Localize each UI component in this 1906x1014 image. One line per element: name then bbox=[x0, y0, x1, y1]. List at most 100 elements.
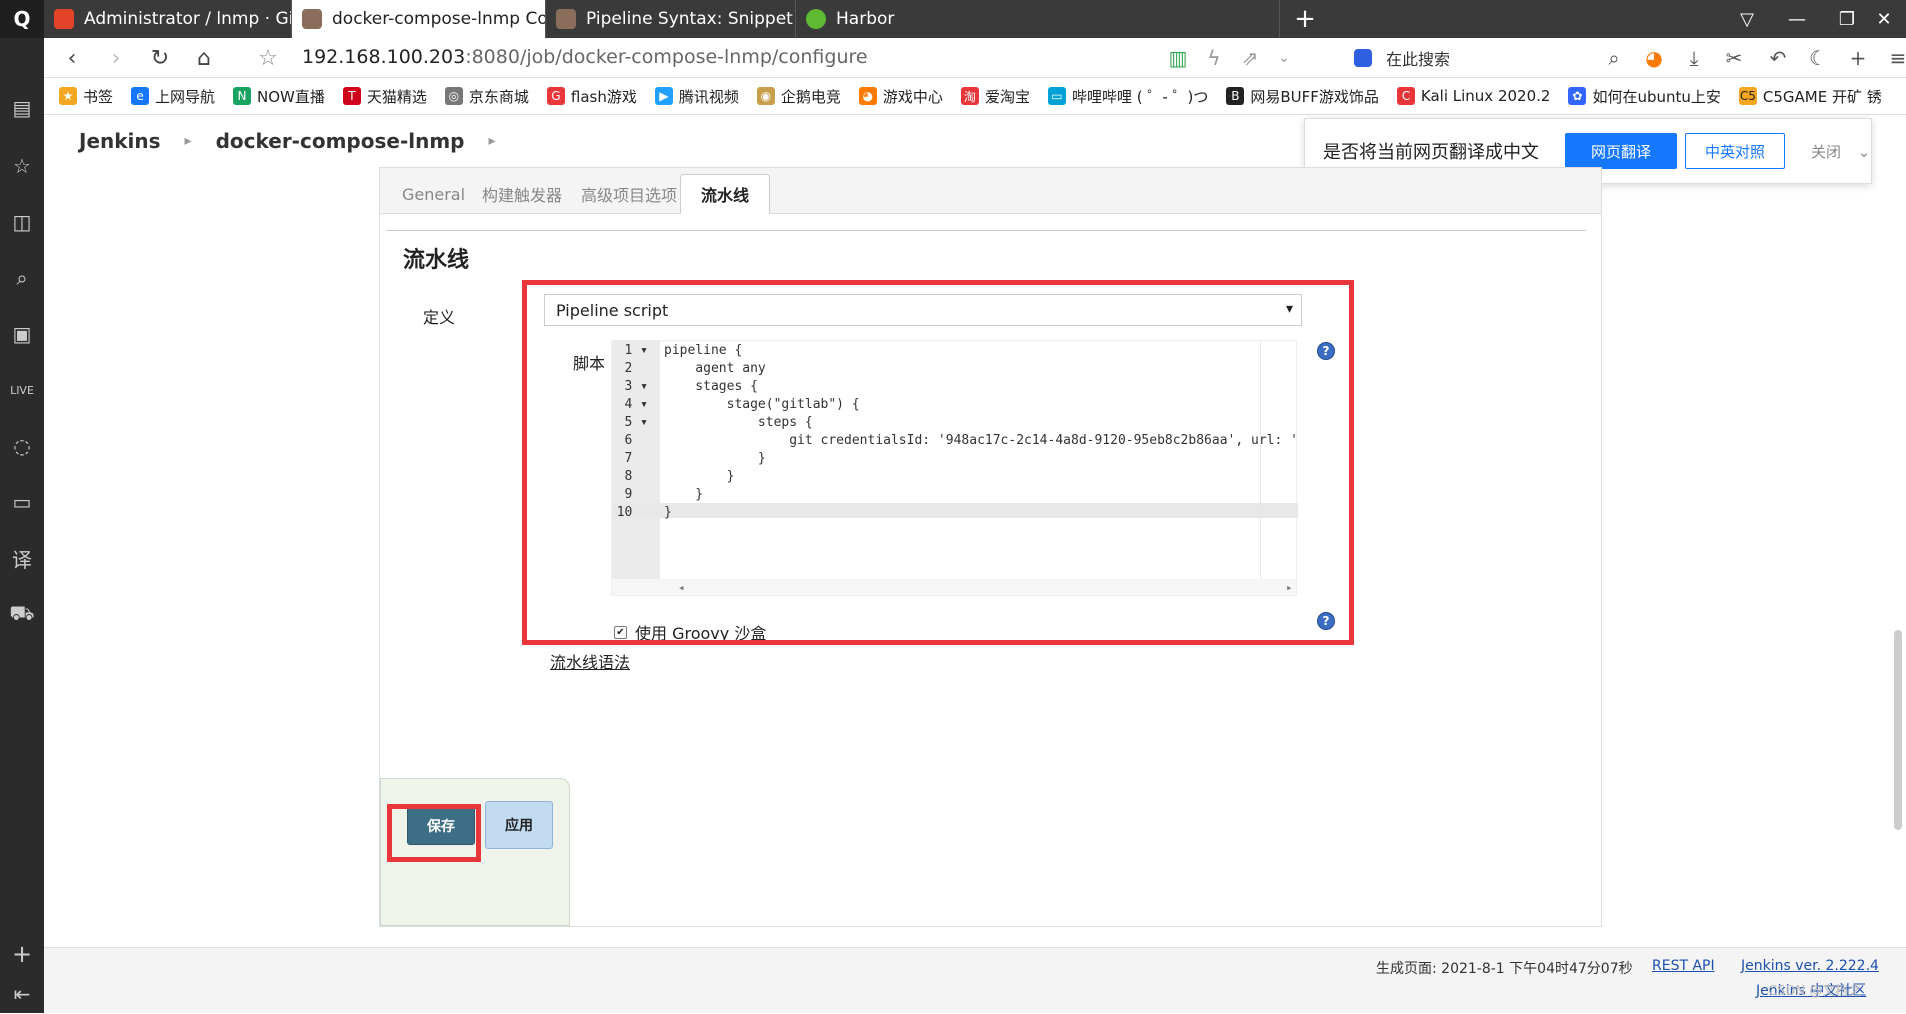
pipeline-syntax-link[interactable]: 流水线语法 bbox=[550, 649, 630, 673]
reader-icon[interactable]: ▥ bbox=[1160, 38, 1196, 78]
highlight-box bbox=[522, 280, 1354, 645]
bookmark-item[interactable]: N NOW直播 bbox=[233, 86, 325, 107]
minimize-icon[interactable]: — bbox=[1772, 0, 1822, 38]
bookmark-item[interactable]: B 网易BUFF游戏饰品 bbox=[1226, 86, 1379, 107]
breadcrumb-separator: ▸ bbox=[184, 133, 192, 149]
jenkins-version-link[interactable]: Jenkins ver. 2.222.4 bbox=[1741, 958, 1879, 974]
collapse-sidebar-icon[interactable]: ⇤ bbox=[0, 974, 44, 1014]
page-scrollbar[interactable] bbox=[1894, 630, 1902, 830]
download-icon[interactable]: ⤓ bbox=[1676, 38, 1712, 78]
bilibili-icon: ▭ bbox=[1047, 87, 1066, 105]
breadcrumb-job[interactable]: docker-compose-lnmp bbox=[216, 129, 465, 153]
bookmark-item[interactable]: Gflash游戏 bbox=[546, 86, 637, 107]
bookmark-star-icon[interactable]: ☆ bbox=[248, 38, 288, 78]
skin-icon[interactable]: ▽ bbox=[1722, 0, 1772, 38]
new-tab-button[interactable]: + bbox=[1280, 0, 1330, 38]
home-icon[interactable]: ⌂ bbox=[184, 38, 224, 78]
search-box[interactable]: 在此搜索 bbox=[1354, 44, 1624, 72]
chat-icon[interactable]: ◌ bbox=[0, 426, 44, 466]
address-bar[interactable]: 192.168.100.203:8080/job/docker-compose-… bbox=[302, 46, 868, 68]
bookmark-item[interactable]: ✿ 如何在ubuntu上安 bbox=[1568, 86, 1721, 107]
c5game-icon: C5 bbox=[1738, 87, 1757, 105]
harbor-icon bbox=[806, 9, 826, 29]
bookmark-item[interactable]: ◕ 游戏中心 bbox=[858, 86, 943, 107]
reload-icon[interactable]: ↻ bbox=[140, 38, 180, 78]
bag-icon[interactable]: ▭ bbox=[0, 482, 44, 522]
bookmark-item[interactable]: ★ 书签 bbox=[59, 86, 113, 107]
bookmark-item[interactable]: ◉ 企鹅电竞 bbox=[756, 86, 841, 107]
bilingual-button[interactable]: 中英对照 bbox=[1685, 133, 1785, 169]
extension-add-icon[interactable]: + bbox=[1840, 38, 1876, 78]
live-icon[interactable]: LIVE bbox=[0, 370, 44, 410]
scissors-icon[interactable]: ✂ bbox=[1716, 38, 1752, 78]
config-tabs: General 构建触发器 高级项目选项 流水线 bbox=[380, 168, 1601, 214]
close-window-icon[interactable]: ✕ bbox=[1862, 0, 1906, 38]
bookmark-item[interactable]: 淘爱淘宝 bbox=[960, 86, 1030, 107]
tab-pipeline[interactable]: 流水线 bbox=[680, 174, 771, 214]
bookmark-item[interactable]: ◎ 京东商城 bbox=[444, 86, 529, 107]
bookmarks-bar: ★ 书签 e 上网导航 N NOW直播 T 天猫精选 ◎ 京东商城 Gflash游戏 ▶ 腾… bbox=[44, 78, 1906, 115]
bookmark-item[interactable]: ▭ 哔哩哔哩 ( ゜- ゜)つ bbox=[1047, 86, 1208, 107]
night-mode-icon[interactable]: ☾ bbox=[1800, 38, 1836, 78]
bookmark-item[interactable]: e 上网导航 bbox=[131, 86, 215, 107]
translate-question: 是否将当前网页翻译成中文 bbox=[1323, 142, 1539, 163]
notes-icon[interactable]: ▤ bbox=[0, 88, 44, 128]
tab-gitlab[interactable]: Administrator / lnmp · GitLab bbox=[44, 0, 292, 38]
lightning-icon[interactable]: ϟ bbox=[1196, 38, 1232, 78]
search-icon[interactable]: ⌕ bbox=[0, 258, 44, 298]
generated-time: 生成页面: 2021-8-1 下午04时47分07秒 bbox=[1376, 961, 1633, 977]
forward-icon[interactable]: › bbox=[96, 38, 136, 78]
browser-tab-bar: Q Administrator / lnmp · GitLab docker-c… bbox=[0, 0, 1906, 38]
tab-pipeline-syntax[interactable]: Pipeline Syntax: Snippet Generator bbox=[546, 0, 796, 38]
gamepad-icon[interactable]: ◕ bbox=[1636, 38, 1672, 78]
baidu-icon bbox=[1354, 49, 1372, 67]
jenkins-icon bbox=[302, 9, 322, 29]
globe-icon: ◎ bbox=[444, 87, 463, 105]
star-icon[interactable]: ☆ bbox=[0, 146, 44, 186]
tab-harbor[interactable]: Harbor bbox=[796, 0, 1280, 38]
definition-label: 定义 bbox=[423, 308, 456, 327]
tmall-icon: T bbox=[342, 87, 361, 105]
cart-icon[interactable]: ⛟ bbox=[0, 594, 44, 634]
jenkins-icon bbox=[556, 9, 576, 29]
back-icon[interactable]: ‹ bbox=[52, 38, 92, 78]
tab-jenkins-config[interactable]: docker-compose-lnmp Config [J bbox=[292, 0, 546, 38]
gamepad-icon: ◕ bbox=[858, 87, 877, 105]
bookmark-item[interactable]: ▶ 腾讯视频 bbox=[654, 86, 739, 107]
paw-icon: ✿ bbox=[1568, 87, 1587, 105]
csdn-icon: C bbox=[1396, 87, 1415, 105]
translate-button[interactable]: 网页翻译 bbox=[1565, 133, 1677, 169]
apply-button[interactable]: 应用 bbox=[485, 801, 553, 849]
translate-icon[interactable]: 译 bbox=[0, 538, 44, 578]
close-translate-button[interactable]: 关闭 ⌄ bbox=[1811, 141, 1870, 162]
flash-icon: G bbox=[546, 87, 565, 105]
undo-icon[interactable]: ↶ bbox=[1760, 38, 1796, 78]
now-icon: N bbox=[233, 87, 252, 105]
url-path: :8080/job/docker-compose-lnmp/configure bbox=[465, 46, 868, 68]
pipeline-section: 流水线 定义 Pipeline script ▾ 脚本 1 ▾ 2 3 ▾ 4 … bbox=[380, 214, 1601, 926]
browser-sidebar: ▤ ☆ ◫ ⌕ ▣ LIVE ◌ ▭ 译 ⛟ + ⇤ bbox=[0, 38, 44, 1013]
tab-advanced-options[interactable]: 高级项目选项 bbox=[561, 174, 697, 214]
breadcrumb-separator: ▸ bbox=[488, 133, 496, 149]
share-icon[interactable]: ⇗ bbox=[1232, 38, 1268, 78]
section-divider bbox=[386, 230, 1586, 231]
play-icon: ▶ bbox=[654, 87, 673, 105]
chevron-down-icon[interactable]: ⌄ bbox=[1266, 38, 1302, 78]
add-icon[interactable]: + bbox=[0, 934, 44, 974]
ie-icon: e bbox=[131, 87, 150, 105]
section-title: 流水线 bbox=[403, 248, 470, 273]
bookmark-item[interactable]: C Kali Linux 2020.2 bbox=[1396, 87, 1550, 105]
rest-api-link[interactable]: REST API bbox=[1652, 958, 1715, 974]
book-icon[interactable]: ◫ bbox=[0, 202, 44, 242]
search-icon[interactable]: ⌕ bbox=[1596, 38, 1632, 78]
watermark: CSDN @文档之 bbox=[1768, 984, 1862, 999]
menu-icon[interactable]: ≡ bbox=[1880, 38, 1906, 78]
video-icon[interactable]: ▣ bbox=[0, 314, 44, 354]
browser-nav-bar: ‹ › ↻ ⌂ ☆ 192.168.100.203:8080/job/docke… bbox=[44, 38, 1906, 78]
url-host: 192.168.100.203 bbox=[302, 46, 466, 68]
bookmark-item[interactable]: C5 C5GAME 开矿 锈 bbox=[1738, 86, 1882, 107]
bookmark-item[interactable]: T 天猫精选 bbox=[342, 86, 427, 107]
search-placeholder: 在此搜索 bbox=[1386, 50, 1451, 69]
breadcrumb-jenkins[interactable]: Jenkins bbox=[79, 129, 161, 153]
browser-logo-icon[interactable]: Q bbox=[0, 0, 44, 38]
